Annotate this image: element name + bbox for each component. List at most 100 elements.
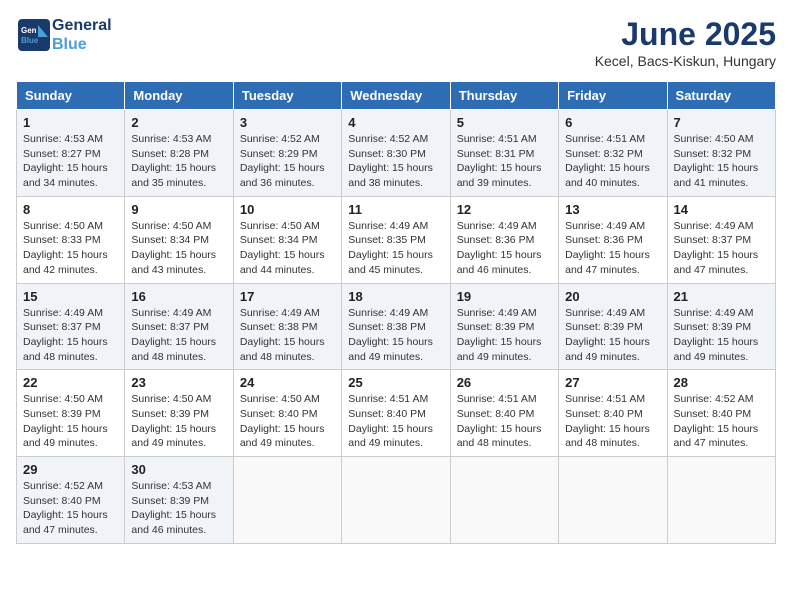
table-row: 5 Sunrise: 4:51 AM Sunset: 8:31 PM Dayli…	[450, 110, 558, 197]
day-info: Sunrise: 4:50 AM Sunset: 8:32 PM Dayligh…	[674, 132, 769, 191]
day-info: Sunrise: 4:52 AM Sunset: 8:40 PM Dayligh…	[23, 479, 118, 538]
day-number: 1	[23, 115, 118, 130]
day-number: 28	[674, 375, 769, 390]
table-row: 17 Sunrise: 4:49 AM Sunset: 8:38 PM Dayl…	[233, 283, 341, 370]
day-info: Sunrise: 4:53 AM Sunset: 8:39 PM Dayligh…	[131, 479, 226, 538]
day-number: 27	[565, 375, 660, 390]
col-friday: Friday	[559, 82, 667, 110]
table-row: 20 Sunrise: 4:49 AM Sunset: 8:39 PM Dayl…	[559, 283, 667, 370]
table-row: 13 Sunrise: 4:49 AM Sunset: 8:36 PM Dayl…	[559, 196, 667, 283]
table-row: 6 Sunrise: 4:51 AM Sunset: 8:32 PM Dayli…	[559, 110, 667, 197]
table-row: 22 Sunrise: 4:50 AM Sunset: 8:39 PM Dayl…	[17, 370, 125, 457]
day-number: 9	[131, 202, 226, 217]
day-info: Sunrise: 4:49 AM Sunset: 8:39 PM Dayligh…	[457, 306, 552, 365]
day-number: 24	[240, 375, 335, 390]
table-row: 19 Sunrise: 4:49 AM Sunset: 8:39 PM Dayl…	[450, 283, 558, 370]
day-number: 18	[348, 289, 443, 304]
table-row: 24 Sunrise: 4:50 AM Sunset: 8:40 PM Dayl…	[233, 370, 341, 457]
col-sunday: Sunday	[17, 82, 125, 110]
day-number: 21	[674, 289, 769, 304]
day-info: Sunrise: 4:49 AM Sunset: 8:36 PM Dayligh…	[457, 219, 552, 278]
day-number: 7	[674, 115, 769, 130]
day-number: 14	[674, 202, 769, 217]
logo: Gen Blue General Blue	[16, 16, 112, 54]
day-info: Sunrise: 4:51 AM Sunset: 8:40 PM Dayligh…	[565, 392, 660, 451]
calendar-week-5: 29 Sunrise: 4:52 AM Sunset: 8:40 PM Dayl…	[17, 457, 776, 544]
day-number: 19	[457, 289, 552, 304]
day-number: 4	[348, 115, 443, 130]
col-tuesday: Tuesday	[233, 82, 341, 110]
day-number: 25	[348, 375, 443, 390]
day-info: Sunrise: 4:49 AM Sunset: 8:37 PM Dayligh…	[23, 306, 118, 365]
day-number: 11	[348, 202, 443, 217]
day-info: Sunrise: 4:52 AM Sunset: 8:29 PM Dayligh…	[240, 132, 335, 191]
empty-cell	[342, 457, 450, 544]
day-info: Sunrise: 4:50 AM Sunset: 8:39 PM Dayligh…	[131, 392, 226, 451]
day-info: Sunrise: 4:50 AM Sunset: 8:40 PM Dayligh…	[240, 392, 335, 451]
table-row: 9 Sunrise: 4:50 AM Sunset: 8:34 PM Dayli…	[125, 196, 233, 283]
table-row: 15 Sunrise: 4:49 AM Sunset: 8:37 PM Dayl…	[17, 283, 125, 370]
day-info: Sunrise: 4:49 AM Sunset: 8:38 PM Dayligh…	[240, 306, 335, 365]
logo-text-line1: General	[52, 16, 112, 35]
title-area: June 2025 Kecel, Bacs-Kiskun, Hungary	[595, 16, 776, 69]
logo-text-line2: Blue	[52, 35, 112, 54]
day-info: Sunrise: 4:50 AM Sunset: 8:34 PM Dayligh…	[240, 219, 335, 278]
day-number: 22	[23, 375, 118, 390]
svg-text:Blue: Blue	[21, 36, 39, 45]
day-number: 13	[565, 202, 660, 217]
day-info: Sunrise: 4:49 AM Sunset: 8:39 PM Dayligh…	[565, 306, 660, 365]
day-number: 2	[131, 115, 226, 130]
table-row: 26 Sunrise: 4:51 AM Sunset: 8:40 PM Dayl…	[450, 370, 558, 457]
day-info: Sunrise: 4:53 AM Sunset: 8:27 PM Dayligh…	[23, 132, 118, 191]
day-info: Sunrise: 4:49 AM Sunset: 8:39 PM Dayligh…	[674, 306, 769, 365]
day-number: 17	[240, 289, 335, 304]
table-row: 21 Sunrise: 4:49 AM Sunset: 8:39 PM Dayl…	[667, 283, 775, 370]
day-info: Sunrise: 4:50 AM Sunset: 8:34 PM Dayligh…	[131, 219, 226, 278]
empty-cell	[667, 457, 775, 544]
day-number: 30	[131, 462, 226, 477]
table-row: 14 Sunrise: 4:49 AM Sunset: 8:37 PM Dayl…	[667, 196, 775, 283]
empty-cell	[559, 457, 667, 544]
empty-cell	[233, 457, 341, 544]
day-number: 26	[457, 375, 552, 390]
day-info: Sunrise: 4:51 AM Sunset: 8:31 PM Dayligh…	[457, 132, 552, 191]
day-number: 23	[131, 375, 226, 390]
day-number: 5	[457, 115, 552, 130]
location: Kecel, Bacs-Kiskun, Hungary	[595, 53, 776, 69]
logo-icon: Gen Blue	[16, 17, 52, 53]
calendar-week-3: 15 Sunrise: 4:49 AM Sunset: 8:37 PM Dayl…	[17, 283, 776, 370]
col-monday: Monday	[125, 82, 233, 110]
day-info: Sunrise: 4:53 AM Sunset: 8:28 PM Dayligh…	[131, 132, 226, 191]
table-row: 23 Sunrise: 4:50 AM Sunset: 8:39 PM Dayl…	[125, 370, 233, 457]
calendar-header-row: Sunday Monday Tuesday Wednesday Thursday…	[17, 82, 776, 110]
day-number: 20	[565, 289, 660, 304]
table-row: 12 Sunrise: 4:49 AM Sunset: 8:36 PM Dayl…	[450, 196, 558, 283]
day-info: Sunrise: 4:51 AM Sunset: 8:32 PM Dayligh…	[565, 132, 660, 191]
day-info: Sunrise: 4:49 AM Sunset: 8:37 PM Dayligh…	[674, 219, 769, 278]
day-number: 16	[131, 289, 226, 304]
day-info: Sunrise: 4:51 AM Sunset: 8:40 PM Dayligh…	[457, 392, 552, 451]
day-number: 8	[23, 202, 118, 217]
col-saturday: Saturday	[667, 82, 775, 110]
day-number: 15	[23, 289, 118, 304]
day-info: Sunrise: 4:49 AM Sunset: 8:38 PM Dayligh…	[348, 306, 443, 365]
table-row: 11 Sunrise: 4:49 AM Sunset: 8:35 PM Dayl…	[342, 196, 450, 283]
header: Gen Blue General Blue June 2025 Kecel, B…	[16, 16, 776, 69]
day-number: 10	[240, 202, 335, 217]
table-row: 7 Sunrise: 4:50 AM Sunset: 8:32 PM Dayli…	[667, 110, 775, 197]
day-number: 3	[240, 115, 335, 130]
table-row: 8 Sunrise: 4:50 AM Sunset: 8:33 PM Dayli…	[17, 196, 125, 283]
col-thursday: Thursday	[450, 82, 558, 110]
table-row: 27 Sunrise: 4:51 AM Sunset: 8:40 PM Dayl…	[559, 370, 667, 457]
table-row: 25 Sunrise: 4:51 AM Sunset: 8:40 PM Dayl…	[342, 370, 450, 457]
day-info: Sunrise: 4:51 AM Sunset: 8:40 PM Dayligh…	[348, 392, 443, 451]
calendar-week-1: 1 Sunrise: 4:53 AM Sunset: 8:27 PM Dayli…	[17, 110, 776, 197]
table-row: 16 Sunrise: 4:49 AM Sunset: 8:37 PM Dayl…	[125, 283, 233, 370]
day-info: Sunrise: 4:52 AM Sunset: 8:40 PM Dayligh…	[674, 392, 769, 451]
empty-cell	[450, 457, 558, 544]
table-row: 3 Sunrise: 4:52 AM Sunset: 8:29 PM Dayli…	[233, 110, 341, 197]
col-wednesday: Wednesday	[342, 82, 450, 110]
table-row: 2 Sunrise: 4:53 AM Sunset: 8:28 PM Dayli…	[125, 110, 233, 197]
table-row: 29 Sunrise: 4:52 AM Sunset: 8:40 PM Dayl…	[17, 457, 125, 544]
day-info: Sunrise: 4:49 AM Sunset: 8:37 PM Dayligh…	[131, 306, 226, 365]
